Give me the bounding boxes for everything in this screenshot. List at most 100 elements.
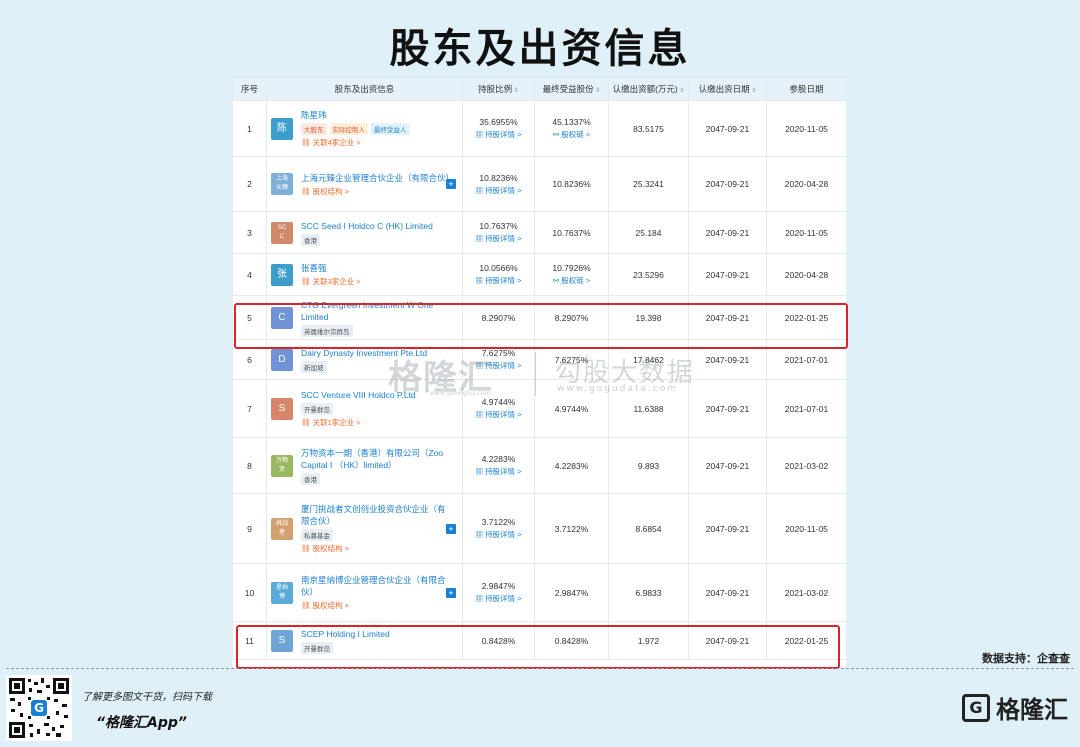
related-link-label: 关联1家企业 > (312, 418, 361, 427)
column-header-label: 最终受益股份 (542, 84, 594, 94)
column-header-label: 认缴出资日期 (698, 84, 750, 94)
join-date: 2020-04-28 (766, 156, 846, 212)
shareholder-name-link[interactable]: 万物资本一期（香港）有限公司（Zoo Capital Ⅰ （HK）limited… (301, 447, 451, 471)
holding-details-link[interactable]: ▦ 持股详情 > (463, 466, 534, 477)
row-number: 1 (232, 100, 267, 157)
related-link[interactable]: ⛓ 股权结构 > (301, 543, 451, 554)
join-date: 2020-11-05 (766, 493, 846, 564)
shareholder-name-link[interactable]: 陈星玮 (301, 109, 410, 121)
chart-icon: ▦ (475, 234, 486, 243)
expand-plus-icon[interactable]: + (446, 523, 456, 534)
subscription-date: 2047-09-21 (688, 253, 767, 296)
column-header-5[interactable]: 认缴出资日期 ⇕ (688, 77, 767, 101)
column-header-label: 持股比例 (478, 84, 513, 94)
related-link[interactable]: ⛓ 股权结构 > (301, 186, 451, 197)
chart-icon: ▦ (475, 276, 486, 285)
final-benefit-cell: 10.7926% ⚯ 股权链 > (534, 253, 609, 296)
avatar: 陈 (271, 117, 293, 140)
related-link[interactable]: ⛓ 关联4家企业 > (301, 137, 410, 148)
highlight-box-row-5 (234, 303, 848, 349)
chart-icon: ▦ (475, 130, 486, 139)
holding-details-link[interactable]: ▦ 持股详情 > (463, 529, 534, 540)
sort-icon[interactable]: ⇕ (594, 88, 600, 94)
column-header-2[interactable]: 持股比例 ⇕ (462, 77, 535, 101)
row-number: 9 (232, 493, 267, 564)
final-benefit: 10.8236% (552, 179, 591, 189)
holding-details-label: 持股详情 > (485, 185, 522, 195)
shareholder-name-link[interactable]: SCC Seed I Holdco C (HK) Limited (301, 220, 433, 232)
table-row: 8 万物 资万物资本一期（香港）有限公司（Zoo Capital Ⅰ （HK）li… (232, 437, 846, 494)
related-link[interactable]: ⛓ 关联1家企业 > (301, 417, 416, 428)
sort-icon[interactable]: ⇕ (512, 88, 519, 94)
shareholder-name-link[interactable]: 厦门挑战者文创创业投资合伙企业（有限合伙） (301, 503, 451, 527)
shareholder-table: 序号 股东及出资信息 持股比例 ⇕ 最终受益股份 ⇕ 认缴出资额(万元) ⇕ 认缴出资日期… (232, 77, 846, 660)
shareholder-details: 陈星玮大股东 实际控制人 最终受益人 ⛓ 关联4家企业 > (301, 109, 410, 148)
row-number: 4 (232, 253, 267, 296)
shareholder-details: 张喜强 ⛓ 关联3家企业 > (301, 262, 361, 287)
join-date: 2020-04-28 (766, 253, 846, 296)
sort-icon[interactable]: ⇕ (750, 88, 756, 94)
chart-icon: ▦ (475, 594, 486, 603)
shareholder-name-link[interactable]: 张喜强 (301, 262, 361, 274)
final-benefit: 10.7926% (552, 263, 591, 273)
holding-details-label: 持股详情 > (485, 594, 522, 603)
equity-chain-link[interactable]: ⚯ 股权链 > (535, 275, 608, 286)
column-header-label: 序号 (240, 84, 258, 94)
watermark-divider (535, 352, 536, 396)
shareholder-name-link[interactable]: 上海元臻企业管理合伙企业（有限合伙） (301, 172, 454, 184)
equity-chain-link[interactable]: ⚯ 股权链 > (535, 129, 608, 140)
shareholder-table-container: 序号 股东及出资信息 持股比例 ⇕ 最终受益股份 ⇕ 认缴出资额(万元) ⇕ 认缴出资日期… (232, 77, 846, 667)
avatar: S (271, 397, 293, 420)
holding-details-label: 持股详情 > (485, 410, 522, 419)
sort-icon[interactable]: ⇕ (678, 88, 684, 94)
table-row: 7 S SCC Venture VIII Holdco P.Ltd 开曼群岛 ⛓ 关联1… (232, 379, 846, 438)
footer-divider (6, 668, 1074, 669)
holding-details-link[interactable]: ▦ 持股详情 > (463, 233, 534, 244)
column-header-3[interactable]: 最终受益股份 ⇕ (534, 77, 609, 101)
related-link[interactable]: ⛓ 关联3家企业 > (301, 276, 361, 287)
share-ratio: 10.0566% (479, 263, 518, 273)
share-ratio: 10.8236% (479, 172, 518, 183)
column-header-0: 序号 (232, 77, 267, 101)
final-benefit: 45.1337% (552, 117, 591, 127)
shareholder-info: 挑战 者厦门挑战者文创创业投资合伙企业（有限合伙） 私募基金 ⛓ 股权结构 > + (267, 503, 462, 554)
holding-details-label: 持股详情 > (485, 530, 522, 539)
expand-plus-icon[interactable]: + (446, 587, 456, 598)
tag-list: 大股东 实际控制人 最终受益人 (301, 123, 410, 135)
holding-details-label: 持股详情 > (485, 234, 522, 243)
subscription-date: 2047-09-21 (688, 379, 767, 438)
column-header-4[interactable]: 认缴出资额(万元) ⇕ (608, 77, 689, 101)
join-date: 2021-03-02 (766, 437, 846, 494)
row-number: 8 (232, 437, 267, 494)
expand-plus-icon[interactable]: + (446, 179, 456, 189)
shareholder-details: 上海元臻企业管理合伙企业（有限合伙） ⛓ 股权结构 > (301, 172, 454, 197)
final-benefit: 4.9744% (554, 403, 589, 414)
holding-details-link[interactable]: ▦ 持股详情 > (463, 185, 534, 196)
holding-details-link[interactable]: ▦ 持股详情 > (463, 129, 534, 140)
related-link-label: 关联4家企业 > (312, 138, 361, 147)
tag-badge: 新加坡 (301, 360, 327, 373)
row-number: 7 (232, 379, 267, 438)
table-row: 1 陈陈星玮 大股东 实际控制人 最终受益人 ⛓ 关联4家企业 > 35.6955% ▦ 持股… (232, 100, 846, 157)
shareholder-name-link[interactable]: 南京星纳博企业管理合伙企业（有限合伙） (301, 574, 451, 598)
holding-details-label: 持股详情 > (485, 130, 522, 139)
final-benefit-cell: 4.2283% (534, 437, 609, 494)
subscribed-amount: 23.5296 (608, 253, 689, 296)
chart-icon: ▦ (475, 185, 486, 195)
shareholder-details: 厦门挑战者文创创业投资合伙企业（有限合伙） 私募基金 ⛓ 股权结构 > (301, 503, 451, 554)
share-ratio: 2.9847% (481, 581, 516, 591)
related-link-label: 关联3家企业 > (312, 277, 361, 286)
holding-details-link[interactable]: ▦ 持股详情 > (463, 409, 534, 420)
related-link[interactable]: ⛓ 股权结构 > (301, 600, 451, 611)
chain-icon: ⚯ (552, 276, 562, 285)
subscribed-amount: 9.893 (608, 437, 689, 494)
share-ratio-cell: 4.2283% ▦ 持股详情 > (462, 437, 535, 494)
table-row: 9 挑战 者厦门挑战者文创创业投资合伙企业（有限合伙） 私募基金 ⛓ 股权结构 > +3… (232, 493, 846, 564)
holding-details-link[interactable]: ▦ 持股详情 > (463, 593, 534, 604)
related-link-label: 股权结构 > (312, 186, 350, 196)
join-date: 2021-03-02 (766, 563, 846, 622)
shareholder-info: 陈陈星玮大股东 实际控制人 最终受益人 ⛓ 关联4家企业 > (267, 109, 462, 148)
final-benefit: 2.9847% (554, 587, 589, 598)
holding-details-link[interactable]: ▦ 持股详情 > (463, 275, 534, 286)
chart-icon: ▦ (475, 530, 486, 539)
